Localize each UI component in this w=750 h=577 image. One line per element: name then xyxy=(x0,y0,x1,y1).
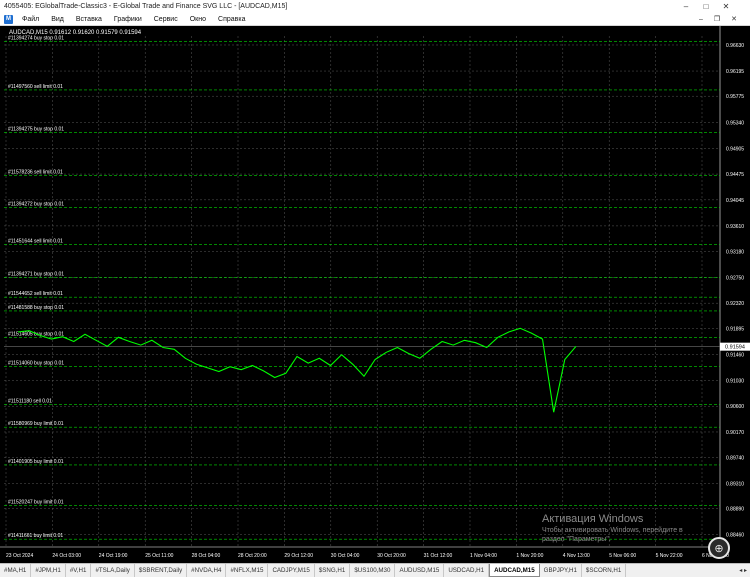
minimize-window-button[interactable]: – xyxy=(677,0,695,13)
price-line xyxy=(17,327,577,413)
maximize-window-button[interactable]: □ xyxy=(697,0,715,13)
tab-usdcad-h1[interactable]: USDCAD,H1 xyxy=(444,564,490,577)
order-label: #11394271 buy stop 0.01 xyxy=(8,271,64,277)
price-tick-label: 0.93180 xyxy=(726,250,744,256)
price-tick-label: 0.94475 xyxy=(726,172,744,178)
price-tick-label: 0.95340 xyxy=(726,120,744,126)
time-tick-label: 30 Oct 20:00 xyxy=(377,553,406,559)
time-tick-label: 25 Oct 11:00 xyxy=(145,553,173,559)
tab-v-h1[interactable]: #V,H1 xyxy=(66,564,92,577)
time-tick-label: 31 Oct 12:00 xyxy=(424,553,453,559)
order-label: #11514060 buy stop 0.01 xyxy=(8,361,64,367)
tab-nvda-h4[interactable]: #NVDA,H4 xyxy=(187,564,227,577)
order-label: #11578236 sell limit 0.01 xyxy=(8,170,63,176)
order-label: #11394274 buy stop 0.01 xyxy=(8,35,64,41)
chart-tabs: #MA,H1 #JPM,H1 #V,H1 #TSLA,Daily $SBRENT… xyxy=(0,563,750,577)
time-tick-label: 5 Nov 06:00 xyxy=(609,553,636,559)
scroll-to-end-icon[interactable]: ⊕ xyxy=(708,537,730,559)
price-tick-label: 0.88460 xyxy=(726,532,744,538)
price-tick-label: 0.95775 xyxy=(726,94,744,100)
time-tick-label: 23 Oct 2024 xyxy=(6,553,33,559)
time-tick-label: 5 Nov 22:00 xyxy=(656,553,683,559)
tab-scorn-h1[interactable]: $SCORN,H1 xyxy=(582,564,627,577)
price-tick-label: 0.91030 xyxy=(726,378,744,384)
chart-grid xyxy=(0,26,721,548)
order-label: #11401905 buy limit 0.01 xyxy=(8,459,64,465)
chart-area[interactable]: AUDCAD,M15 0.91612 0.91620 0.91579 0.915… xyxy=(0,26,750,563)
order-label: #11514605 buy stop 0.01 xyxy=(8,331,64,337)
time-tick-label: 1 Nov 20:00 xyxy=(516,553,543,559)
menu-charts[interactable]: Графики xyxy=(108,16,148,23)
price-tick-label: 0.88890 xyxy=(726,507,744,513)
order-label: #11580969 buy limit 0.01 xyxy=(8,421,64,427)
time-tick-label: 24 Oct 03:00 xyxy=(52,553,81,559)
menu-bar: M Файл Вид Вставка Графики Сервис Окно С… xyxy=(0,13,750,26)
menu-insert[interactable]: Вставка xyxy=(70,16,108,23)
time-tick-label: 24 Oct 19:00 xyxy=(99,553,128,559)
price-scale: 0.96630 0.96195 0.95775 0.95340 0.94905 0.944… xyxy=(726,43,744,538)
price-tick-label: 0.91460 xyxy=(726,353,744,359)
order-label: #11511180 sell 0.01 xyxy=(8,398,52,404)
pending-orders: #11394274 buy stop 0.01 #11497560 sell li… xyxy=(4,35,720,540)
price-tick-label: 0.89740 xyxy=(726,456,744,462)
tab-scroll-arrows[interactable]: ◂ ▸ xyxy=(736,564,750,577)
price-tick-label: 0.96195 xyxy=(726,69,744,75)
menu-tools[interactable]: Сервис xyxy=(148,16,184,23)
price-tick-label: 0.90170 xyxy=(726,430,744,436)
tab-jpm-h1[interactable]: #JPM,H1 xyxy=(31,564,66,577)
time-tick-label: 4 Nov 13:00 xyxy=(563,553,590,559)
tab-gbpjpy-h1[interactable]: GBPJPY,H1 xyxy=(540,564,582,577)
menu-file[interactable]: Файл xyxy=(16,16,45,23)
tab-us100-m30[interactable]: $US100,M30 xyxy=(350,564,396,577)
menu-help[interactable]: Справка xyxy=(212,16,251,23)
price-tick-label: 0.90600 xyxy=(726,404,744,410)
tab-sbrent-daily[interactable]: $SBRENT,Daily xyxy=(135,564,188,577)
window-titlebar: 4055405: EGlobalTrade-Classic3 - E-Globa… xyxy=(0,0,750,13)
order-label: #11411661 buy limit 0.01 xyxy=(8,533,63,539)
order-label: #11394272 buy stop 0.01 xyxy=(8,201,64,207)
order-label: #11544652 sell limit 0.01 xyxy=(8,291,63,297)
price-tick-label: 0.91895 xyxy=(726,327,744,333)
time-scale: 23 Oct 2024 24 Oct 03:00 24 Oct 19:00 25 Oc… xyxy=(6,553,729,559)
price-tick-label: 0.94045 xyxy=(726,198,744,204)
current-price-marker: 0.91594 xyxy=(720,342,750,351)
price-tick-label: 0.93610 xyxy=(726,224,744,230)
chart-minimize-button[interactable]: – xyxy=(694,13,708,26)
price-tick-label: 0.92320 xyxy=(726,301,744,307)
chart-close-button[interactable]: ✕ xyxy=(727,13,741,26)
price-tick-label: 0.89310 xyxy=(726,481,744,487)
svg-text:0.91594: 0.91594 xyxy=(725,345,745,351)
app-icon: M xyxy=(4,14,13,24)
tab-sng-h1[interactable]: $SNG,H1 xyxy=(315,564,351,577)
close-window-button[interactable]: ✕ xyxy=(717,0,735,13)
menu-window[interactable]: Окно xyxy=(184,16,212,23)
time-tick-label: 1 Nov 04:00 xyxy=(470,553,497,559)
price-chart[interactable]: AUDCAD,M15 0.91612 0.91620 0.91579 0.915… xyxy=(0,26,750,563)
tab-tsla-daily[interactable]: #TSLA,Daily xyxy=(91,564,135,577)
menu-view[interactable]: Вид xyxy=(45,16,70,23)
tab-audusd-m15[interactable]: AUDUSD,M15 xyxy=(395,564,445,577)
window-title: 4055405: EGlobalTrade-Classic3 - E-Globa… xyxy=(4,3,288,10)
tab-cadjpy-m15[interactable]: CADJPY,M15 xyxy=(268,564,315,577)
price-tick-label: 0.94905 xyxy=(726,146,744,152)
price-tick-label: 0.92750 xyxy=(726,275,744,281)
order-label: #11451644 sell limit 0.01 xyxy=(8,238,63,244)
tab-nflx-m15[interactable]: #NFLX,M15 xyxy=(226,564,269,577)
order-label: #11520247 buy limit 0.01 xyxy=(8,500,64,506)
tab-ma-h1[interactable]: #MA,H1 xyxy=(0,564,32,577)
order-label: #11481588 buy stop 0.01 xyxy=(8,305,64,311)
chart-restore-button[interactable]: ❐ xyxy=(710,13,724,26)
tab-audcad-m15[interactable]: AUDCAD,M15 xyxy=(489,564,540,577)
order-label: #11394275 buy stop 0.01 xyxy=(8,126,64,132)
time-tick-label: 28 Oct 04:00 xyxy=(192,553,221,559)
time-tick-label: 29 Oct 12:00 xyxy=(284,553,313,559)
price-tick-label: 0.96630 xyxy=(726,43,744,49)
order-label: #11497560 sell limit 0.01 xyxy=(8,84,63,90)
time-tick-label: 28 Oct 20:00 xyxy=(238,553,267,559)
time-tick-label: 30 Oct 04:00 xyxy=(331,553,360,559)
